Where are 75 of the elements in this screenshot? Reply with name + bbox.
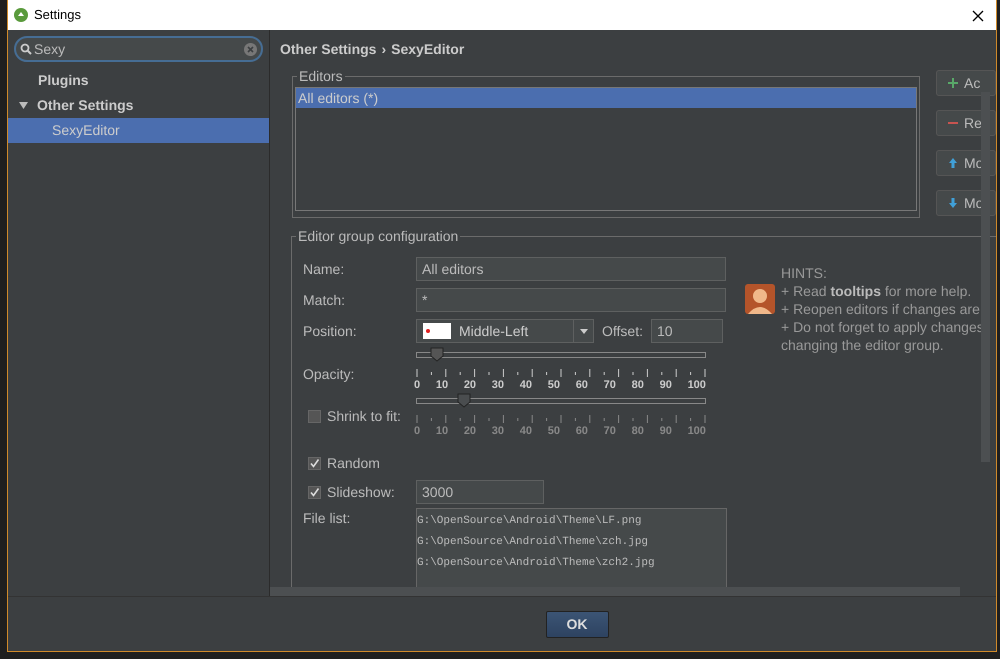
checkbox[interactable] <box>308 457 321 470</box>
scrollbar[interactable] <box>981 92 990 462</box>
file-list-item[interactable]: G:\OpenSource\Android\Theme\zch2.jpg <box>417 553 726 574</box>
tick-label: 10 <box>436 378 448 393</box>
app-icon <box>14 8 28 22</box>
avatar-icon <box>745 284 775 314</box>
clear-icon[interactable] <box>244 42 257 56</box>
tick-label: 80 <box>632 424 644 438</box>
tick-label: 40 <box>520 378 532 393</box>
up-arrow-icon <box>947 157 959 169</box>
down-arrow-icon <box>947 197 959 209</box>
editor-row[interactable]: All editors (*) <box>296 88 916 108</box>
text-field[interactable]: * <box>416 288 726 312</box>
field-label: Match: <box>303 290 346 310</box>
tick-label: 30 <box>492 378 504 393</box>
file-list-item[interactable]: G:\OpenSource\Android\Theme\LF.png <box>417 511 726 532</box>
text-field[interactable]: 3000 <box>416 480 544 504</box>
tick-label: 90 <box>660 378 672 393</box>
breadcrumb-item[interactable]: Other Settings <box>280 38 376 60</box>
slider[interactable] <box>416 347 706 363</box>
breadcrumb-item[interactable]: SexyEditor <box>391 38 464 60</box>
tick-label: 20 <box>464 424 476 438</box>
file-list-item[interactable]: G:\OpenSource\Android\Theme\zch.jpg <box>417 532 726 553</box>
scrollbar[interactable] <box>270 587 960 596</box>
hint-text: + Read tooltips for more help. <box>781 282 972 300</box>
field-label: File list: <box>303 509 352 528</box>
tick-label: 100 <box>688 378 706 393</box>
tick-label: 100 <box>688 424 706 438</box>
checkbox[interactable] <box>308 486 321 498</box>
close-icon <box>972 10 984 22</box>
tick-label: 50 <box>548 424 560 438</box>
field-label: Position: <box>303 322 358 340</box>
add-button[interactable]: Ac <box>936 70 996 96</box>
tick-label: 80 <box>632 378 644 393</box>
field-label: Name: <box>303 260 346 278</box>
hint-text: + Do not forget to apply changes <box>781 318 984 336</box>
tick-label: 70 <box>604 378 616 393</box>
tick-label: 90 <box>660 424 672 438</box>
offset-field[interactable]: 10 <box>650 319 723 343</box>
hints-title: HINTS: <box>781 264 828 282</box>
checkbox-label: Random <box>327 454 380 473</box>
search-icon <box>20 43 32 55</box>
checkbox-label: Shrink to fit: <box>327 406 401 426</box>
slider-thumb[interactable] <box>457 392 472 408</box>
search-field[interactable]: Sexy <box>14 36 263 62</box>
breadcrumb-separator: › <box>381 40 386 58</box>
slider-thumb[interactable] <box>430 347 444 362</box>
tick-label: 10 <box>436 424 448 438</box>
tree-item[interactable]: SexyEditor <box>8 118 269 143</box>
tree-item[interactable]: Other Settings <box>8 93 269 118</box>
tick-label: 30 <box>492 424 504 438</box>
tick-label: 0 <box>414 378 420 393</box>
hint-text: + Reopen editors if changes are <box>781 300 981 318</box>
caret-icon <box>580 328 588 334</box>
ok-button[interactable]: OK <box>546 610 608 638</box>
hint-text: changing the editor group. <box>781 336 945 354</box>
tree-item[interactable]: Plugins <box>8 68 269 93</box>
tick-label: 20 <box>464 378 476 393</box>
position-preview-icon <box>423 323 451 339</box>
checkbox-label: Slideshow: <box>327 482 395 502</box>
tick-label: 60 <box>576 378 588 393</box>
tick-label: 60 <box>576 424 588 438</box>
window-title: Settings <box>34 6 81 24</box>
checkbox[interactable] <box>308 410 321 422</box>
slider[interactable] <box>416 392 706 408</box>
field-label: Offset: <box>602 322 643 340</box>
position-dropdown[interactable]: Middle-Left <box>416 319 594 343</box>
collapse-arrow-icon[interactable] <box>19 101 28 110</box>
field-label: Opacity: <box>303 365 354 384</box>
plus-icon <box>947 77 959 89</box>
tick-label: 50 <box>548 378 560 393</box>
tick-label: 70 <box>604 424 616 438</box>
tick-label: 40 <box>520 424 532 438</box>
tick-label: 0 <box>414 424 420 438</box>
text-field[interactable]: All editors <box>416 257 726 281</box>
